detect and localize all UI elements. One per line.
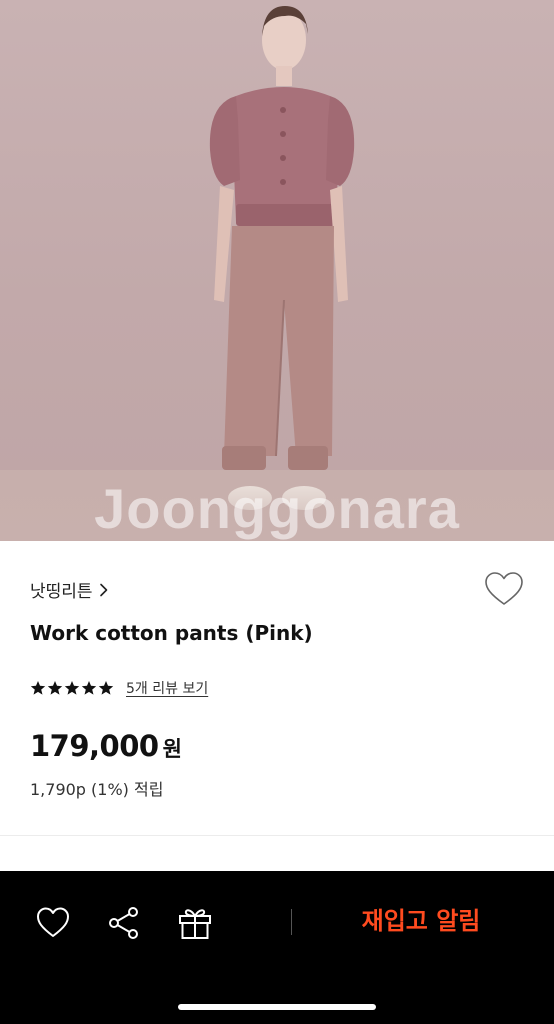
star-icon — [30, 681, 46, 695]
rating-row: 5개 리뷰 보기 — [30, 678, 208, 698]
bar-divider — [291, 909, 292, 935]
star-icon — [64, 681, 80, 695]
watermark: Joonggonara — [94, 477, 460, 540]
restock-alert-button[interactable]: 재입고 알림 — [300, 901, 542, 936]
reward-points: 1,790p (1%) 적립 — [30, 780, 164, 799]
product-title: Work cotton pants (Pink) — [30, 621, 313, 645]
currency: 원 — [162, 737, 182, 761]
brand-name: 낫띵리튼 — [30, 582, 93, 602]
star-icon — [98, 681, 114, 695]
home-indicator — [178, 1004, 376, 1010]
brand-link[interactable]: 낫띵리튼 — [30, 577, 109, 602]
share-icon[interactable] — [106, 905, 142, 941]
model-illustration — [0, 6, 554, 541]
review-link[interactable]: 5개 리뷰 보기 — [126, 678, 208, 698]
star-rating — [30, 680, 114, 696]
chevron-right-icon — [99, 583, 107, 596]
price-row: 179,000 원 — [30, 729, 182, 763]
product-info: 낫띵리튼 Work cotton pants (Pink) 5개 리뷰 보기 1… — [0, 541, 554, 871]
bottom-action-bar: 재입고 알림 — [0, 871, 554, 1024]
heart-outline-icon[interactable] — [35, 905, 71, 941]
price: 179,000 — [30, 729, 159, 763]
section-divider — [0, 835, 554, 836]
star-icon — [47, 681, 63, 695]
star-icon — [81, 681, 97, 695]
product-image[interactable]: Joonggonara — [0, 0, 554, 541]
heart-outline-icon[interactable] — [484, 571, 524, 607]
gift-icon[interactable] — [177, 905, 213, 941]
